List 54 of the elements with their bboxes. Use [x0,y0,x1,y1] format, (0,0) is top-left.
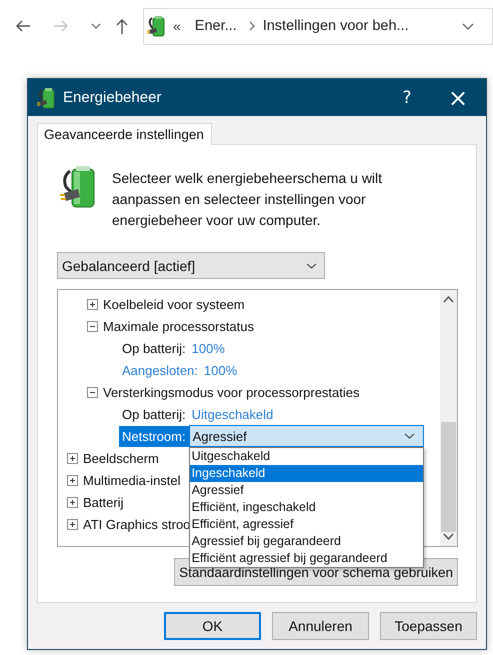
window-title: Energiebeheer [63,89,162,106]
tree-item[interactable]: Maximale processorstatus [103,318,254,334]
setting-label[interactable]: Op batterij: [122,340,188,356]
tab[interactable]: Geavanceerde instellingen [37,123,212,145]
address-bar[interactable]: « Ener... Instellingen voor beh... [143,8,493,44]
back-arrow-icon[interactable] [15,19,31,33]
chevron-down-icon[interactable] [462,22,474,30]
battery-plug-icon [37,86,57,108]
scroll-down-icon[interactable] [443,533,454,540]
tree-item[interactable]: Beeldscherm [83,450,159,466]
tree-item[interactable]: Versterkingsmodus voor processorprestaties [103,384,360,400]
help-button[interactable]: ? [384,79,430,116]
scheme-dropdown[interactable]: Gebalanceerd [actief] [57,252,325,279]
tree-item[interactable]: Koelbeleid voor systeem [103,296,245,312]
tree-item[interactable]: Batterij [83,494,124,510]
scroll-up-icon[interactable] [443,296,454,303]
dropdown-option[interactable]: Ingeschakeld [190,465,423,482]
expand-icon[interactable] [67,518,78,530]
expand-icon[interactable] [87,298,98,310]
ok-button[interactable]: OK [164,612,261,640]
chevron-down-icon [306,262,317,268]
close-button[interactable]: × [430,79,486,116]
collapse-icon[interactable] [87,320,98,332]
dropdown-option[interactable]: Agressief [190,482,423,499]
setting-label[interactable]: Aangesloten: [122,362,200,378]
overflow-chevron[interactable]: « [173,18,181,34]
tree-item[interactable]: Multimedia-instel [83,472,181,488]
scrollbar[interactable] [440,290,457,546]
expand-icon[interactable] [67,474,78,486]
chevron-down-icon[interactable] [91,23,101,29]
dropdown-option[interactable]: Efficiënt, ingeschakeld [190,499,423,516]
scrollbar-thumb[interactable] [441,422,456,532]
dialog-button[interactable]: Annuleren [272,612,369,640]
collapse-icon[interactable] [87,386,98,398]
setting-label[interactable]: Netstroom: [119,426,189,446]
dropdown-option[interactable]: Agressief bij gegarandeerd [190,533,423,550]
description-text: Selecteer welk energiebeheerschema u wilt aanpassen en selecteer instellingen voor energiebeheer voor uw computer. [112,169,384,230]
up-arrow-icon[interactable] [115,18,129,34]
setting-value-link[interactable]: Uitgeschakeld [192,406,274,422]
breadcrumb[interactable]: Ener... [194,18,237,34]
setting-value-link[interactable]: 100% [192,340,225,356]
setting-dropdown[interactable]: Agressief [188,425,424,447]
battery-plug-icon [147,15,167,37]
tree-item[interactable]: ATI Graphics stroo [83,516,190,532]
chevron-right-icon [248,21,255,31]
dropdown-option[interactable]: Uitgeschakeld [190,448,423,465]
chevron-down-icon [404,433,415,439]
breadcrumb[interactable]: Instellingen voor beh... [262,18,409,34]
setting-label[interactable]: Op batterij: [122,406,188,422]
expand-icon[interactable] [67,452,78,464]
dialog-button[interactable]: Toepassen [380,612,477,640]
dropdown-option[interactable]: Efficiënt, agressief [190,516,423,533]
setting-value-link[interactable]: 100% [204,362,238,378]
expand-icon[interactable] [67,496,78,508]
